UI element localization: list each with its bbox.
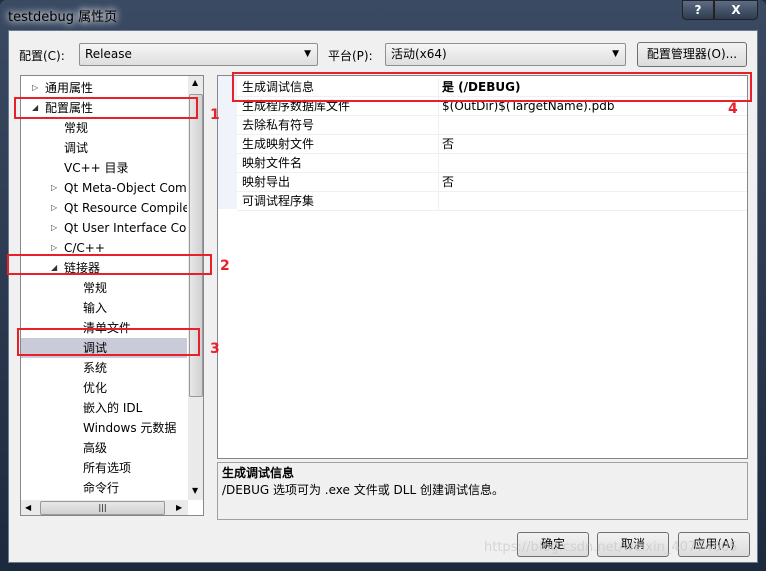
property-name: 生成映射文件 <box>242 137 315 151</box>
config-select[interactable]: Release ▼ <box>79 43 318 66</box>
property-value[interactable] <box>438 192 747 210</box>
tree-item[interactable]: 命令行 <box>21 478 187 498</box>
tree-item[interactable]: ▷ 通用属性 <box>21 78 187 98</box>
tree-item-label: Qt User Interface Cor <box>64 221 187 235</box>
tree-horizontal-scrollbar[interactable]: ◀ ||| ▶ <box>21 500 188 515</box>
tree-item-label: Qt Meta-Object Com <box>64 181 187 195</box>
platform-value: 活动(x64) <box>391 47 447 61</box>
dropdown-arrow-icon: ▼ <box>304 49 311 59</box>
tree-item-label: 常规 <box>83 281 108 295</box>
tree-item[interactable]: 所有选项 <box>21 458 187 478</box>
annotation-label-2: 2 <box>220 258 230 274</box>
description-title: 生成调试信息 <box>222 466 295 480</box>
tree-item[interactable]: 系统 <box>21 358 187 378</box>
window-title: testdebug 属性页 <box>8 10 118 25</box>
tree-item[interactable]: ▷ Qt Meta-Object Com <box>21 178 187 198</box>
tree-item-label: 常规 <box>64 121 89 135</box>
property-tree: ▲ ▼ ◀ ||| ▶ ▷ 通用属性 ◢ 配置属性 常规 调试 VC++ 目录 ▷ Qt Met… <box>20 75 204 516</box>
tree-item[interactable]: 嵌入的 IDL <box>21 398 187 418</box>
config-label: 配置(C): <box>19 49 65 63</box>
property-grid: 生成调试信息是 (/DEBUG) 生成程序数据库文件 $(OutDir)$(Targ… <box>217 75 748 459</box>
annotation-box-3 <box>17 328 200 356</box>
tree-item[interactable]: VC++ 目录 <box>21 158 187 178</box>
property-name: 映射文件名 <box>242 156 303 170</box>
tree-item-label: 调试 <box>64 141 89 155</box>
tree-item[interactable]: 常规 <box>21 118 187 138</box>
scroll-up-icon[interactable]: ▲ <box>192 78 198 87</box>
property-name: 映射导出 <box>242 175 291 189</box>
tree-item[interactable]: 高级 <box>21 438 187 458</box>
annotation-label-4: 4 <box>728 101 738 117</box>
tree-item-label: 命令行 <box>83 481 120 495</box>
config-value: Release <box>85 47 132 61</box>
description-panel: 生成调试信息 /DEBUG 选项可为 .exe 文件或 DLL 创建调试信息。 <box>217 462 748 520</box>
property-value[interactable]: 否 <box>438 135 747 153</box>
property-value[interactable] <box>438 154 747 172</box>
description-text: /DEBUG 选项可为 .exe 文件或 DLL 创建调试信息。 <box>222 483 504 497</box>
collapsed-arrow-icon[interactable]: ▷ <box>51 218 57 238</box>
annotation-label-1: 1 <box>210 107 220 123</box>
annotation-box-2 <box>7 254 212 275</box>
close-button[interactable]: X <box>714 0 758 20</box>
tree-item-label: Windows 元数据 <box>83 421 177 435</box>
tree-item[interactable]: Windows 元数据 <box>21 418 187 438</box>
scroll-down-icon[interactable]: ▼ <box>192 486 198 495</box>
collapsed-arrow-icon[interactable]: ▷ <box>51 178 57 198</box>
tree-item[interactable]: 输入 <box>21 298 187 318</box>
tree-item[interactable]: ▷ Qt Resource Compile <box>21 198 187 218</box>
dropdown-arrow-icon: ▼ <box>612 49 619 59</box>
property-row[interactable]: 映射文件名 <box>237 154 747 173</box>
collapsed-arrow-icon[interactable]: ▷ <box>32 78 38 98</box>
property-row[interactable]: 可调试程序集 <box>237 192 747 211</box>
platform-label: 平台(P): <box>328 49 373 63</box>
tree-item[interactable]: 常规 <box>21 278 187 298</box>
tree-item-label: 优化 <box>83 381 108 395</box>
annotation-box-4 <box>232 72 752 102</box>
tree-item-label: 通用属性 <box>45 81 94 95</box>
tree-item-label: 系统 <box>83 361 108 375</box>
help-button[interactable]: ? <box>682 0 714 20</box>
tree-item-label: 嵌入的 IDL <box>83 401 143 415</box>
property-value[interactable]: 否 <box>438 173 747 191</box>
property-name: 去除私有符号 <box>242 118 315 132</box>
property-row[interactable]: 映射导出 否 <box>237 173 747 192</box>
scroll-left-icon[interactable]: ◀ <box>25 503 31 512</box>
property-name: 可调试程序集 <box>242 194 315 208</box>
watermark: https://blog.csdn.net/weixin_40774605 <box>484 540 738 555</box>
scroll-right-icon[interactable]: ▶ <box>176 503 182 512</box>
scroll-thumb[interactable]: ||| <box>40 501 165 515</box>
property-value[interactable] <box>438 116 747 134</box>
property-row[interactable]: 生成映射文件 否 <box>237 135 747 154</box>
property-row[interactable]: 去除私有符号 <box>237 116 747 135</box>
tree-item-label: 所有选项 <box>83 461 132 475</box>
tree-item[interactable]: 优化 <box>21 378 187 398</box>
platform-select[interactable]: 活动(x64) ▼ <box>385 43 626 66</box>
tree-item[interactable]: 调试 <box>21 138 187 158</box>
tree-item-label: Qt Resource Compile <box>64 201 187 215</box>
tree-item-label: 输入 <box>83 301 108 315</box>
annotation-label-3: 3 <box>210 341 220 357</box>
config-manager-button[interactable]: 配置管理器(O)... <box>637 42 747 67</box>
tree-vertical-scrollbar[interactable]: ▲ ▼ <box>188 76 203 500</box>
tree-item-label: VC++ 目录 <box>64 161 129 175</box>
tree-item[interactable]: ▷ Qt User Interface Cor <box>21 218 187 238</box>
tree-item-label: 高级 <box>83 441 108 455</box>
annotation-box-1 <box>14 97 198 119</box>
collapsed-arrow-icon[interactable]: ▷ <box>51 198 57 218</box>
